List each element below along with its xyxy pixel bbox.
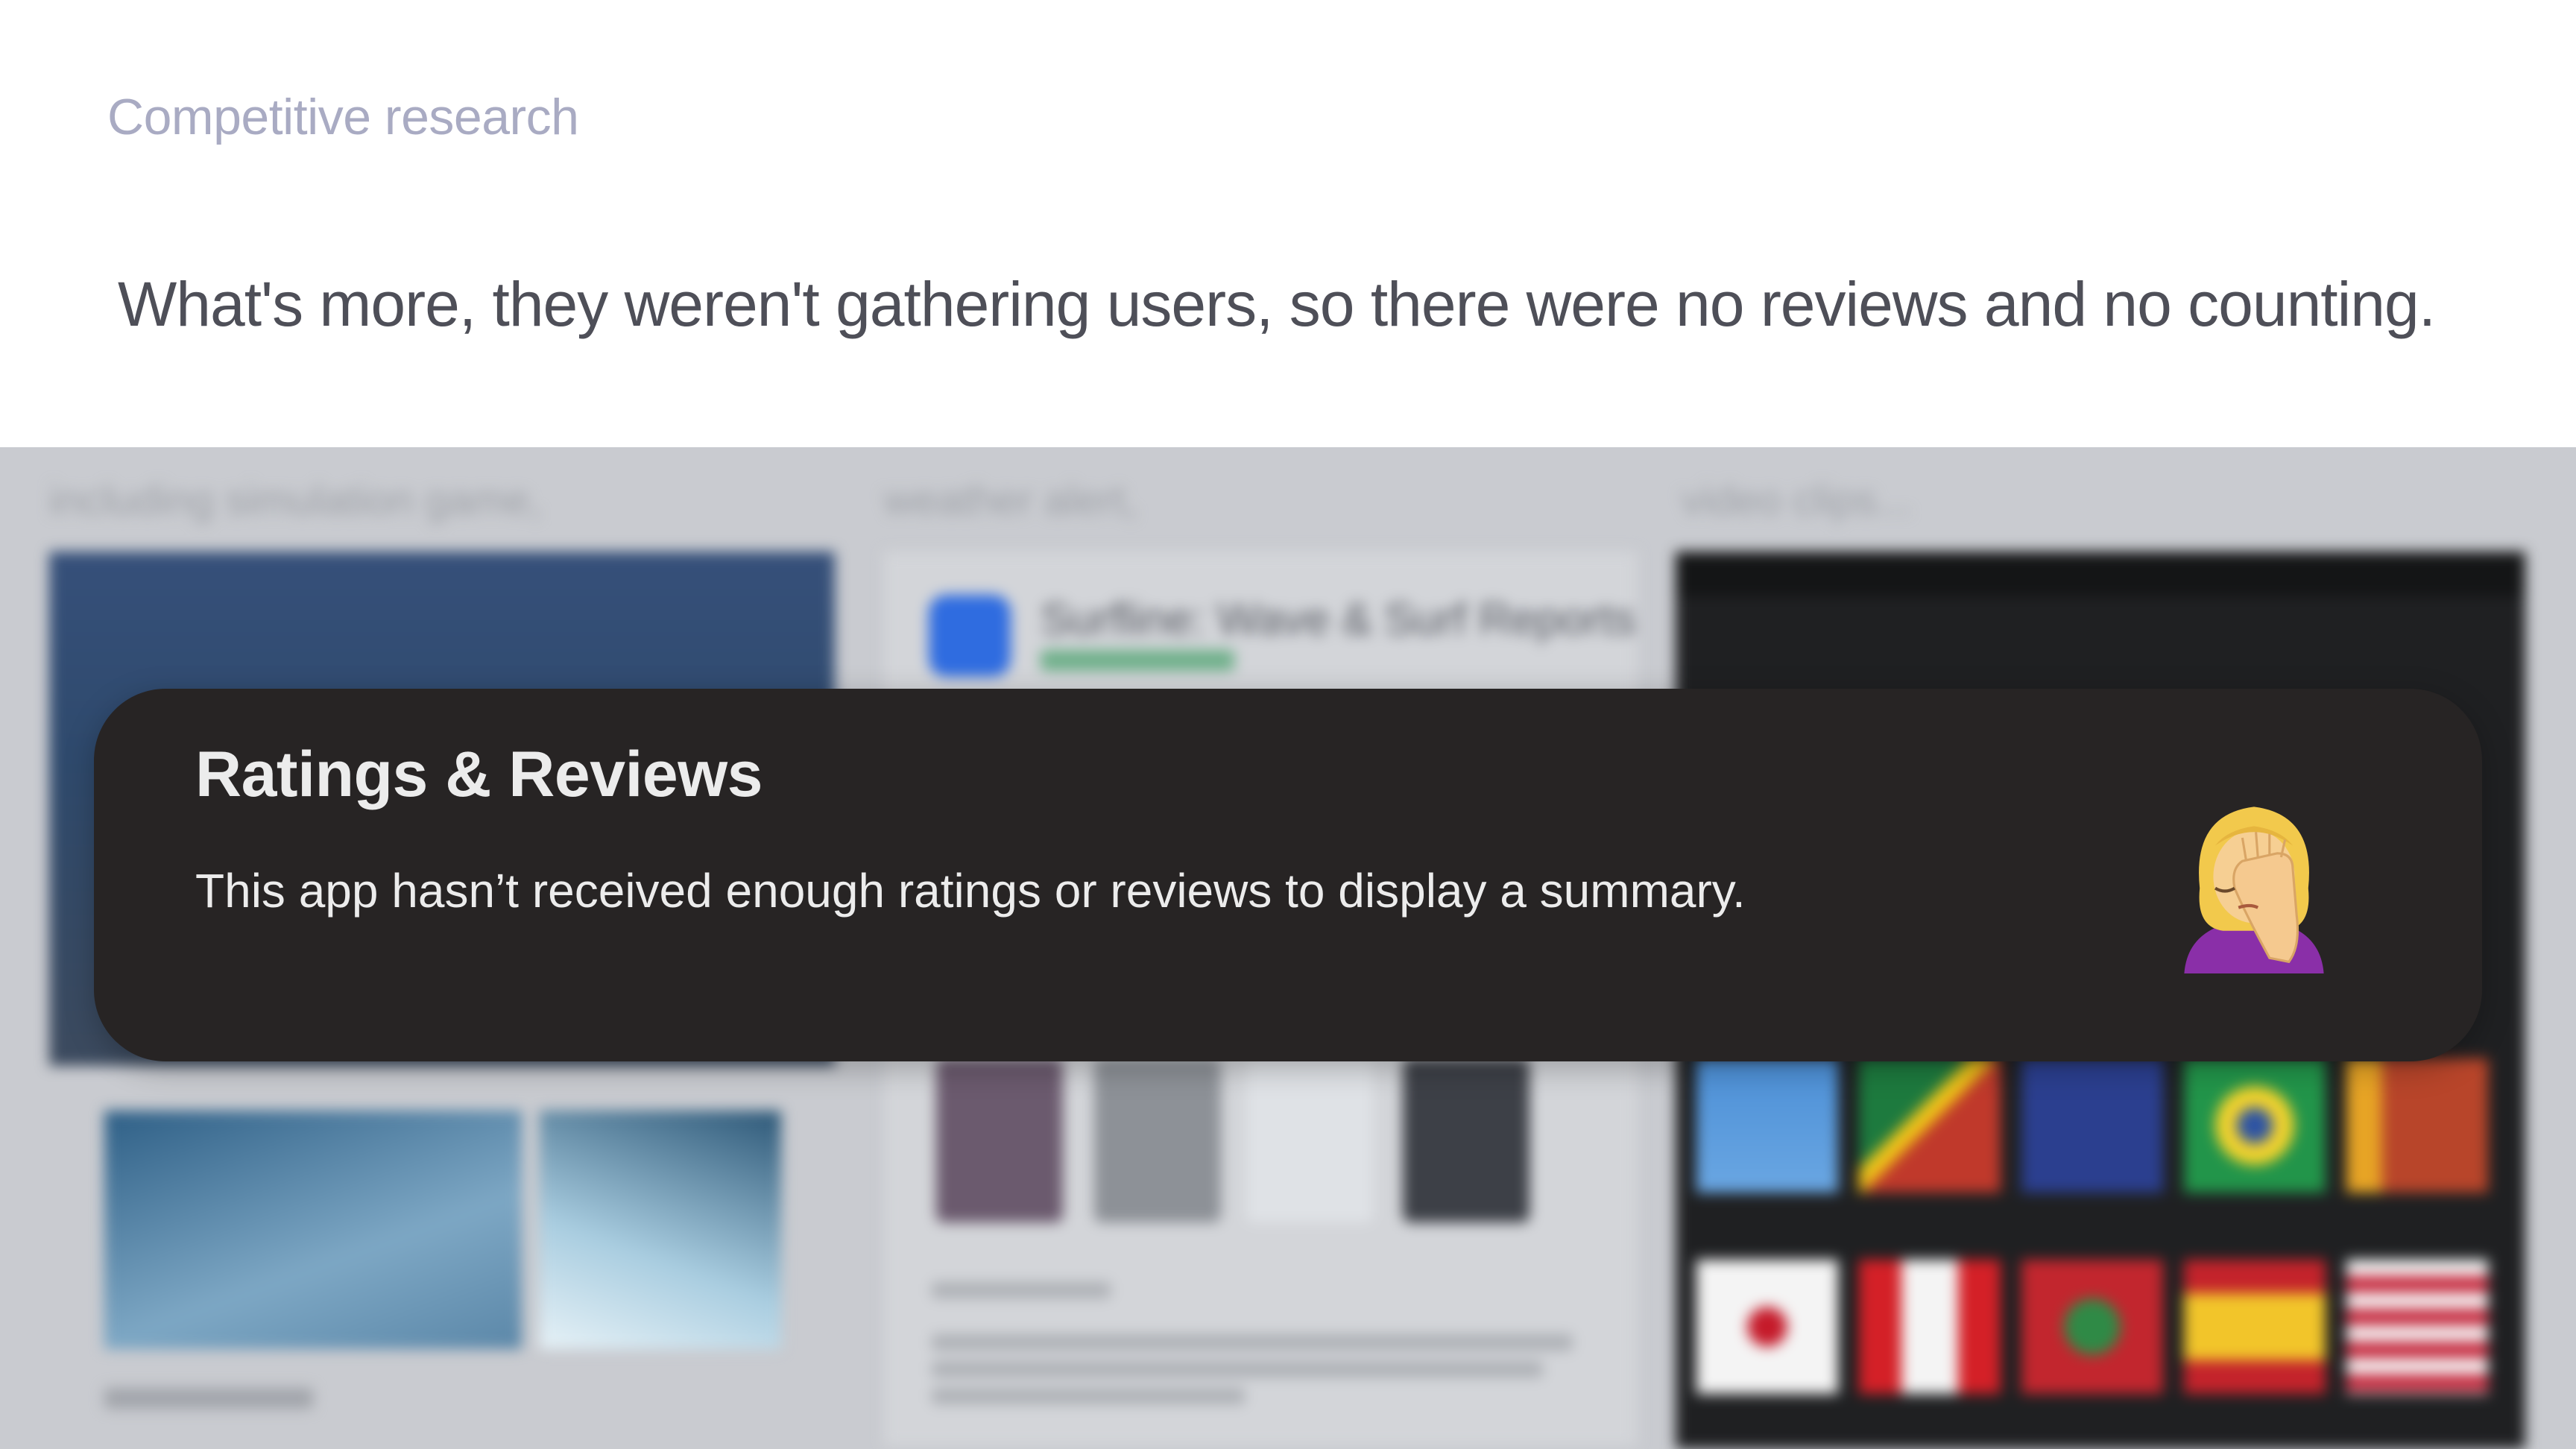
flag-thumbnail xyxy=(1696,1058,1838,1193)
caption-video-clips: video clips... xyxy=(1682,476,1912,523)
flag-thumbnail xyxy=(1859,1058,2001,1193)
weather-screenshot xyxy=(1094,1058,1221,1222)
ratings-empty-message: This app hasn’t received enough ratings … xyxy=(195,864,1746,918)
weather-app-developer xyxy=(1041,650,1234,671)
weather-description-line xyxy=(932,1388,1245,1404)
section-label: Competitive research xyxy=(107,89,579,145)
flag-thumbnail xyxy=(2021,1260,2163,1394)
weather-screenshot xyxy=(1403,1058,1530,1222)
flag-thumbnail xyxy=(2021,1058,2163,1193)
flag-thumbnail xyxy=(2184,1260,2326,1394)
flag-thumbnail xyxy=(2346,1260,2488,1394)
flag-thumbnail xyxy=(1859,1260,2001,1394)
flag-thumbnail xyxy=(2346,1058,2488,1193)
weather-app-title: Surfline: Wave & Surf Reports xyxy=(1041,594,1636,644)
flag-thumbnail xyxy=(1696,1260,1838,1394)
weather-description-line xyxy=(932,1361,1543,1377)
slide-headline: What's more, they weren't gathering user… xyxy=(118,269,2436,339)
caption-simulation-game: including simulation game, xyxy=(49,476,541,523)
game-screenshot-thumb xyxy=(104,1111,522,1349)
game-screenshot-thumb xyxy=(540,1111,781,1349)
ratings-and-reviews-card: Ratings & Reviews This app hasn’t receiv… xyxy=(94,689,2482,1061)
weather-about-line xyxy=(932,1282,1111,1298)
game-about-line xyxy=(104,1388,313,1409)
flag-thumbnail xyxy=(2184,1058,2326,1193)
weather-screenshot xyxy=(1246,1058,1373,1222)
weather-description-line xyxy=(932,1334,1573,1351)
weather-screenshot xyxy=(936,1058,1063,1222)
weather-app-icon xyxy=(929,595,1011,677)
caption-weather-alert: weather alert, xyxy=(884,476,1137,523)
facepalm-woman-emoji xyxy=(2184,806,2324,973)
video-app-titlebar xyxy=(1676,552,2525,596)
ratings-title: Ratings & Reviews xyxy=(195,739,763,810)
